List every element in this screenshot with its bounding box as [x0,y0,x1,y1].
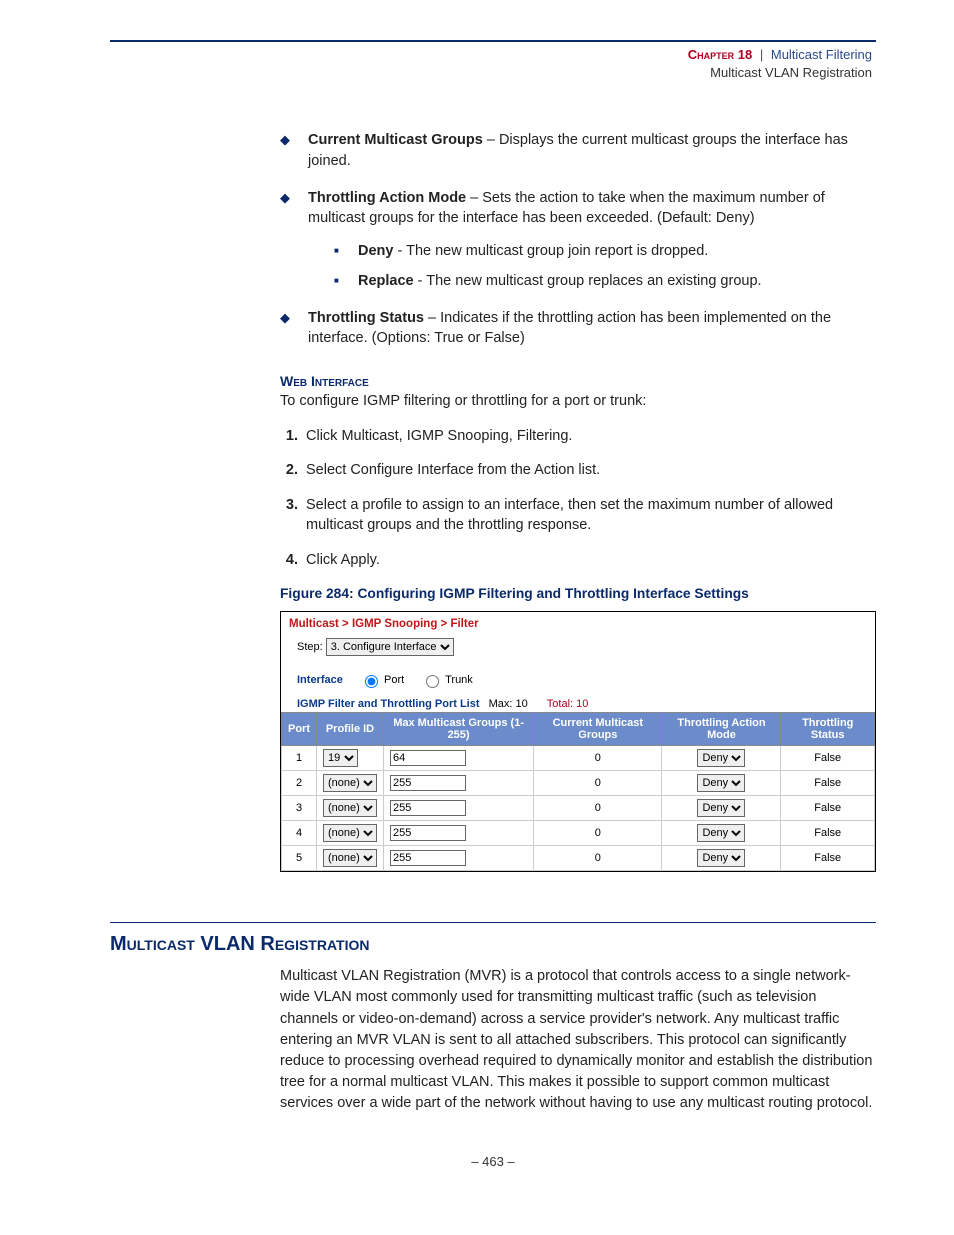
table-row: 3 (none) 0 Deny False [282,796,875,821]
cell-port: 4 [282,821,317,846]
table-row: 2 (none) 0 Deny False [282,771,875,796]
list-title: IGMP Filter and Throttling Port List [297,698,480,710]
cell-status: False [781,821,875,846]
web-interface-intro: To configure IGMP filtering or throttlin… [280,391,876,412]
cell-status: False [781,796,875,821]
cell-port: 5 [282,846,317,871]
cell-current: 0 [534,796,662,821]
step-item: Click Multicast, IGMP Snooping, Filterin… [302,426,876,447]
profile-select[interactable]: (none) [323,774,377,792]
table-row: 4 (none) 0 Deny False [282,821,875,846]
parameter-list: Current Multicast Groups – Displays the … [280,130,876,349]
col-status: Throttling Status [781,713,875,746]
action-select[interactable]: Deny [697,849,745,867]
cell-port: 3 [282,796,317,821]
list-total: Total: 10 [547,698,589,710]
cell-current: 0 [534,846,662,871]
page-number: – 463 – [110,1154,876,1169]
header-topic: Multicast Filtering [771,47,872,62]
table-row: 5 (none) 0 Deny False [282,846,875,871]
profile-select[interactable]: (none) [323,799,377,817]
list-item: Deny - The new multicast group join repo… [334,241,876,262]
action-select[interactable]: Deny [697,749,745,767]
max-groups-input[interactable] [390,750,466,766]
cell-status: False [781,771,875,796]
page-header: Chapter 18 | Multicast Filtering Multica… [110,46,876,82]
cell-current: 0 [534,821,662,846]
step-item: Click Apply. [302,550,876,571]
cell-status: False [781,846,875,871]
list-item: Throttling Status – Indicates if the thr… [280,308,876,349]
profile-select[interactable]: (none) [323,849,377,867]
cell-current: 0 [534,746,662,771]
config-panel: Multicast > IGMP Snooping > Filter Step:… [280,611,876,872]
breadcrumb: Multicast > IGMP Snooping > Filter [281,612,875,634]
step-item: Select a profile to assign to an interfa… [302,495,876,536]
action-select[interactable]: Deny [697,774,745,792]
profile-select[interactable]: 19 [323,749,358,767]
interface-trunk-radio[interactable] [426,675,439,688]
interface-label: Interface [297,674,343,686]
section-heading: Multicast VLAN Registration [110,933,876,956]
chapter-label: Chapter 18 [688,47,752,62]
step-item: Select Configure Interface from the Acti… [302,460,876,481]
col-port: Port [282,713,317,746]
col-max: Max Multicast Groups (1-255) [384,713,534,746]
step-select[interactable]: 3. Configure Interface [326,638,454,656]
list-max: Max: 10 [489,698,528,710]
table-row: 1 19 0 Deny False [282,746,875,771]
interface-port-radio[interactable] [365,675,378,688]
max-groups-input[interactable] [390,800,466,816]
cell-current: 0 [534,771,662,796]
col-profile: Profile ID [317,713,384,746]
cell-port: 2 [282,771,317,796]
web-interface-heading: Web Interface [280,373,876,389]
section-body: Multicast VLAN Registration (MVR) is a p… [280,966,876,1113]
figure-caption: Figure 284: Configuring IGMP Filtering a… [280,586,876,601]
steps-list: Click Multicast, IGMP Snooping, Filterin… [280,426,876,571]
cell-port: 1 [282,746,317,771]
col-current: Current Multicast Groups [534,713,662,746]
list-item: Replace - The new multicast group replac… [334,271,876,292]
profile-select[interactable]: (none) [323,824,377,842]
list-item: Current Multicast Groups – Displays the … [280,130,876,171]
step-label: Step: [297,641,323,653]
header-subtopic: Multicast VLAN Registration [110,64,872,82]
action-select[interactable]: Deny [697,824,745,842]
port-table: Port Profile ID Max Multicast Groups (1-… [281,712,875,871]
max-groups-input[interactable] [390,850,466,866]
cell-status: False [781,746,875,771]
max-groups-input[interactable] [390,825,466,841]
action-select[interactable]: Deny [697,799,745,817]
max-groups-input[interactable] [390,775,466,791]
col-action: Throttling Action Mode [662,713,781,746]
list-item: Throttling Action Mode – Sets the action… [280,188,876,292]
